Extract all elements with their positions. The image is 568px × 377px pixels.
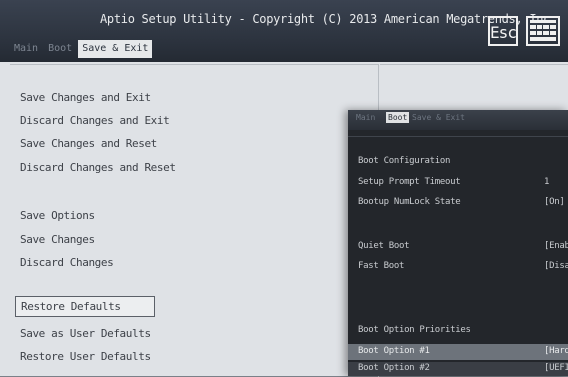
overlay-quiet-boot-value[interactable]: [Enab xyxy=(544,241,568,251)
tab-boot[interactable]: Boot xyxy=(44,40,76,58)
menu-item-save-options: Save Options xyxy=(20,209,95,222)
overlay-boot-option-1-label[interactable]: Boot Option #1 xyxy=(358,346,430,356)
overlay-boot-option-2-value[interactable]: [UEFI xyxy=(544,363,568,373)
menu-item-save-changes[interactable]: Save Changes xyxy=(20,233,95,246)
bios-screen: Aptio Setup Utility - Copyright (C) 2013… xyxy=(0,0,568,377)
overlay-numlock-value[interactable]: [On] xyxy=(544,197,565,207)
overlay-numlock-label[interactable]: Bootup NumLock State xyxy=(358,197,461,207)
overlay-quiet-boot-label[interactable]: Quiet Boot xyxy=(358,241,409,251)
overlay-boot-option-2-label[interactable]: Boot Option #2 xyxy=(358,363,430,373)
overlay-divider xyxy=(348,136,568,137)
main-menu-panel: Save Changes and Exit Discard Changes an… xyxy=(10,64,379,377)
overlay-fast-boot-value[interactable]: [Disa xyxy=(544,261,568,271)
menu-item-restore-user-defaults[interactable]: Restore User Defaults xyxy=(20,350,151,363)
title-bar: Aptio Setup Utility - Copyright (C) 2013… xyxy=(0,0,568,62)
boot-screen-overlay: Main Boot Save & Exit Boot Configuration… xyxy=(348,110,568,376)
overlay-setup-prompt-value[interactable]: 1 xyxy=(544,177,549,187)
menu-item-save-user-defaults[interactable]: Save as User Defaults xyxy=(20,327,151,340)
overlay-boot-config-heading: Boot Configuration xyxy=(358,156,451,166)
overlay-tab-boot[interactable]: Boot xyxy=(386,112,410,123)
menu-item-discard-changes-reset[interactable]: Discard Changes and Reset xyxy=(20,161,176,174)
overlay-fast-boot-label[interactable]: Fast Boot xyxy=(358,261,404,271)
tab-bar: Main Boot Save & Exit xyxy=(10,40,153,58)
keyboard-icon xyxy=(530,20,556,41)
overlay-tab-bar: Main Boot Save & Exit xyxy=(348,110,568,130)
tab-save-exit[interactable]: Save & Exit xyxy=(78,40,153,58)
menu-item-discard-changes-exit[interactable]: Discard Changes and Exit xyxy=(20,114,170,127)
overlay-boot-priorities-heading: Boot Option Priorities xyxy=(358,325,471,335)
overlay-tab-main[interactable]: Main xyxy=(356,113,375,122)
overlay-tab-save-exit[interactable]: Save & Exit xyxy=(412,113,465,122)
menu-item-save-changes-exit[interactable]: Save Changes and Exit xyxy=(20,91,151,104)
esc-button[interactable]: Esc xyxy=(488,16,518,46)
menu-item-restore-defaults[interactable]: Restore Defaults xyxy=(15,296,155,317)
keyboard-button[interactable] xyxy=(526,16,560,46)
overlay-boot-option-1-value[interactable]: [Hard xyxy=(544,346,568,356)
menu-item-discard-changes[interactable]: Discard Changes xyxy=(20,256,114,269)
overlay-setup-prompt-label[interactable]: Setup Prompt Timeout xyxy=(358,177,461,187)
tab-main[interactable]: Main xyxy=(10,40,42,58)
menu-item-save-changes-reset[interactable]: Save Changes and Reset xyxy=(20,137,157,150)
